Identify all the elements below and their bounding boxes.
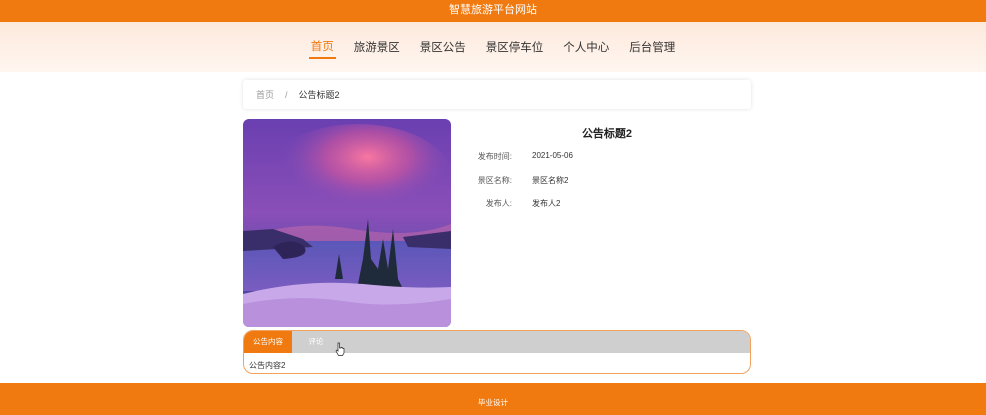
breadcrumb-separator: / xyxy=(285,89,288,100)
breadcrumb-current: 公告标题2 xyxy=(298,90,340,100)
publisher-label: 发布人: xyxy=(485,199,512,208)
publisher-value: 发布人2 xyxy=(532,199,561,208)
breadcrumb: 首页 / 公告标题2 xyxy=(243,80,751,109)
nav-item-home[interactable]: 首页 xyxy=(308,35,336,59)
nav-item-admin[interactable]: 后台管理 xyxy=(627,36,677,58)
tab-comments[interactable]: 评论 xyxy=(292,331,340,353)
site-title: 智慧旅游平台网站 xyxy=(449,3,537,16)
notice-tabs: 公告内容 评论 公告内容2 xyxy=(243,330,751,374)
scenic-name-value: 景区名称2 xyxy=(532,176,569,185)
breadcrumb-home[interactable]: 首页 xyxy=(256,88,274,101)
tab-header: 公告内容 评论 xyxy=(244,331,750,353)
main-nav: 首页 旅游景区 景区公告 景区停车位 个人中心 后台管理 xyxy=(0,22,986,72)
site-title-bar: 智慧旅游平台网站 xyxy=(0,0,986,22)
nav-item-parking[interactable]: 景区停车位 xyxy=(484,36,546,58)
notice-image xyxy=(243,119,451,327)
publish-time-value: 2021-05-06 xyxy=(532,151,573,160)
hand-cursor-icon xyxy=(335,342,345,356)
nav-item-scenic-spots[interactable]: 旅游景区 xyxy=(352,36,402,58)
footer: 毕业设计 xyxy=(0,383,986,415)
footer-text: 毕业设计 xyxy=(478,398,508,407)
tab-notice-content[interactable]: 公告内容 xyxy=(244,331,292,353)
nav-item-user-center[interactable]: 个人中心 xyxy=(561,36,611,58)
publish-time-label: 发布时间: xyxy=(477,152,512,161)
nav-item-notices[interactable]: 景区公告 xyxy=(418,36,468,58)
tab-content: 公告内容2 xyxy=(249,361,286,370)
notice-title: 公告标题2 xyxy=(581,128,633,140)
scenic-name-label: 景区名称: xyxy=(477,176,512,185)
nav-band: 首页 旅游景区 景区公告 景区停车位 个人中心 后台管理 xyxy=(0,22,986,72)
